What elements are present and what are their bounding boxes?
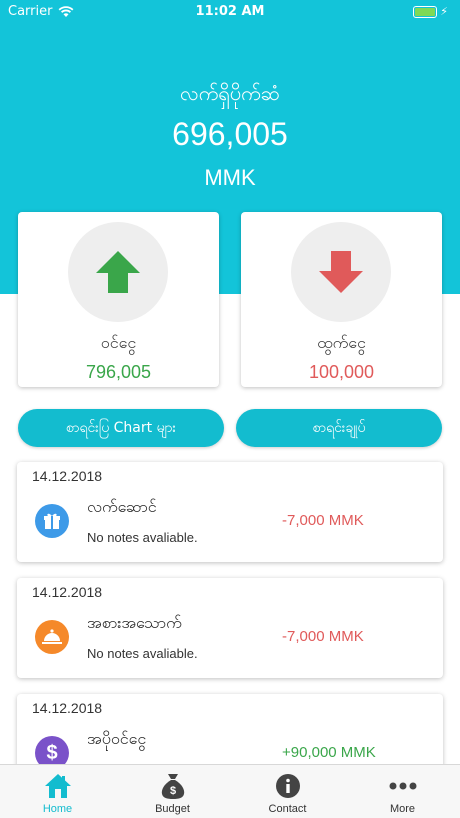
transaction-card[interactable]: 14.12.2018 လက်ဆောင် No notes avaliable. … bbox=[17, 462, 443, 562]
expense-icon-circle bbox=[291, 222, 391, 322]
arrow-up-icon bbox=[96, 251, 140, 293]
transaction-category: အပိုဝင်ငွေ bbox=[87, 729, 147, 748]
tab-home[interactable]: Home bbox=[0, 765, 115, 818]
transaction-note: No notes avaliable. bbox=[87, 530, 198, 545]
tab-label: Home bbox=[42, 803, 73, 815]
more-dots-icon bbox=[345, 771, 460, 801]
transaction-date: 14.12.2018 bbox=[32, 468, 103, 484]
balance-currency: MMK bbox=[204, 165, 256, 190]
expense-card[interactable]: ထွက်ငွေ 100,000 bbox=[241, 212, 442, 387]
balance-amount: 696,005 bbox=[172, 116, 288, 152]
tab-budget[interactable]: $ Budget bbox=[115, 765, 230, 818]
transaction-amount: -7,000 MMK bbox=[282, 512, 364, 529]
chart-report-button[interactable]: စာရင်းပြ Chart များ bbox=[18, 409, 224, 447]
info-icon bbox=[230, 771, 345, 801]
transaction-amount: +90,000 MMK bbox=[282, 744, 376, 761]
status-bar: Carrier 11:02 AM ⚡ bbox=[0, 0, 460, 24]
svg-text:$: $ bbox=[169, 785, 175, 797]
transaction-date: 14.12.2018 bbox=[32, 584, 103, 600]
income-label: ဝင်ငွေ bbox=[100, 333, 137, 352]
tab-label: Contact bbox=[268, 803, 307, 815]
battery-icon bbox=[413, 5, 438, 18]
income-icon-circle bbox=[68, 222, 168, 322]
gift-icon bbox=[35, 504, 69, 538]
tab-more[interactable]: More bbox=[345, 765, 460, 818]
income-value: 796,005 bbox=[85, 362, 152, 382]
battery-indicator: ⚡ bbox=[413, 5, 448, 18]
clock: 11:02 AM bbox=[195, 4, 265, 19]
transaction-category: အစားအသောက် bbox=[87, 613, 182, 632]
money-bag-icon: $ bbox=[115, 771, 230, 801]
transaction-card[interactable]: 14.12.2018 အစားအသောက် No notes avaliable… bbox=[17, 578, 443, 678]
balance-label: လက်ရှိပိုက်ဆံ bbox=[179, 81, 281, 105]
food-cloche-icon bbox=[35, 620, 69, 654]
transaction-note: No notes avaliable. bbox=[87, 646, 198, 661]
transaction-date: 14.12.2018 bbox=[32, 700, 103, 716]
home-icon bbox=[0, 771, 115, 801]
income-card[interactable]: ဝင်ငွေ 796,005 bbox=[18, 212, 219, 387]
expense-label: ထွက်ငွေ bbox=[317, 333, 366, 352]
tab-bar: Home $ Budget Contact More bbox=[0, 764, 460, 818]
summary-button[interactable]: စာရင်းချုပ် bbox=[236, 409, 442, 447]
tab-label: Budget bbox=[155, 803, 190, 815]
tab-label: More bbox=[389, 803, 416, 815]
charging-icon: ⚡ bbox=[440, 5, 448, 18]
expense-value: 100,000 bbox=[308, 362, 375, 382]
transaction-amount: -7,000 MMK bbox=[282, 628, 364, 645]
tab-contact[interactable]: Contact bbox=[230, 765, 345, 818]
arrow-down-icon bbox=[319, 251, 363, 293]
transaction-category: လက်ဆောင် bbox=[87, 497, 157, 516]
